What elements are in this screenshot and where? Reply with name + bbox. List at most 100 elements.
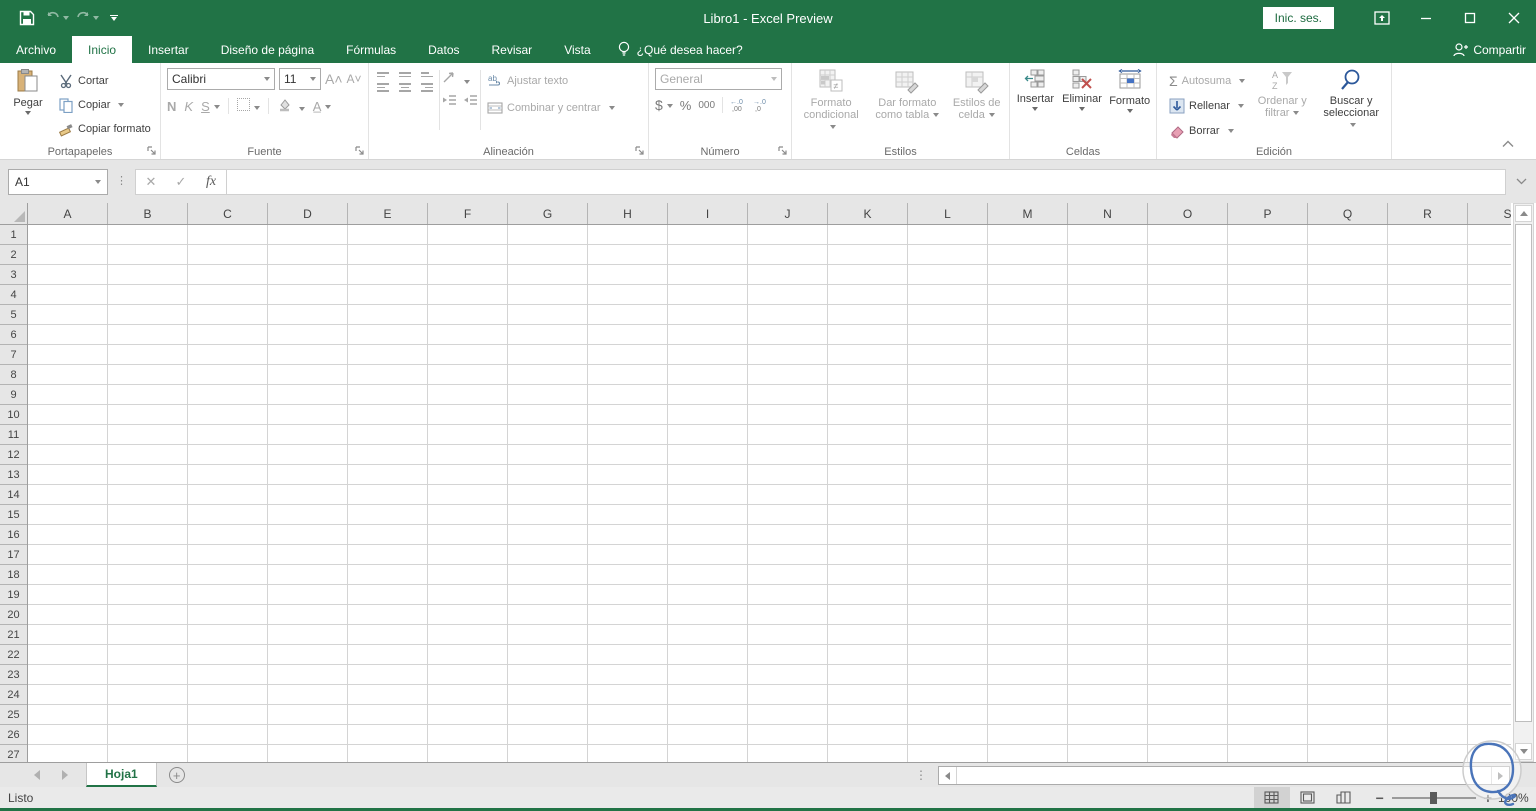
align-center-icon[interactable]	[399, 83, 411, 92]
column-header-S[interactable]: S	[1468, 203, 1511, 224]
horizontal-scrollbar[interactable]	[938, 766, 1510, 785]
cut-button[interactable]: Cortar	[54, 70, 155, 92]
sign-in-button[interactable]: Inic. ses.	[1262, 7, 1334, 29]
row-header-8[interactable]: 8	[0, 365, 27, 385]
decrease-decimal-icon[interactable]: →.0,0	[753, 98, 769, 112]
zoom-slider-thumb[interactable]	[1429, 791, 1437, 804]
font-dialog-launcher-icon[interactable]	[354, 145, 366, 157]
italic-button[interactable]: K	[184, 99, 193, 114]
column-header-P[interactable]: P	[1228, 203, 1308, 224]
row-header-9[interactable]: 9	[0, 385, 27, 405]
clipboard-dialog-launcher-icon[interactable]	[146, 145, 158, 157]
row-header-25[interactable]: 25	[0, 705, 27, 725]
vertical-scrollbar-thumb[interactable]	[1515, 224, 1532, 722]
column-header-J[interactable]: J	[748, 203, 828, 224]
column-header-H[interactable]: H	[588, 203, 668, 224]
format-cells-button[interactable]: Formato	[1105, 66, 1154, 142]
row-header-11[interactable]: 11	[0, 425, 27, 445]
tab-datos[interactable]: Datos	[412, 36, 475, 63]
page-layout-view-button[interactable]	[1290, 787, 1326, 808]
row-header-1[interactable]: 1	[0, 225, 27, 245]
row-header-21[interactable]: 21	[0, 625, 27, 645]
row-header-6[interactable]: 6	[0, 325, 27, 345]
font-size-select[interactable]: 11	[279, 68, 321, 90]
align-top-icon[interactable]	[377, 72, 389, 77]
row-header-14[interactable]: 14	[0, 485, 27, 505]
row-header-26[interactable]: 26	[0, 725, 27, 745]
tab-diseno[interactable]: Diseño de página	[205, 36, 330, 63]
formula-bar-handle[interactable]: ⋮	[116, 176, 127, 187]
formula-input[interactable]	[227, 168, 1506, 195]
clear-button[interactable]: Borrar	[1165, 120, 1249, 142]
find-select-button[interactable]: Buscar y seleccionar	[1313, 66, 1389, 142]
autosum-button[interactable]: Σ Autosuma	[1165, 70, 1249, 92]
row-header-27[interactable]: 27	[0, 745, 27, 762]
column-header-N[interactable]: N	[1068, 203, 1148, 224]
paste-dropdown-icon[interactable]	[25, 111, 31, 115]
column-header-D[interactable]: D	[268, 203, 348, 224]
tab-revisar[interactable]: Revisar	[476, 36, 549, 63]
new-sheet-button[interactable]: +	[157, 763, 197, 787]
column-header-E[interactable]: E	[348, 203, 428, 224]
merge-center-button[interactable]: Combinar y centrar	[483, 97, 619, 119]
copy-button[interactable]: Copiar	[54, 94, 155, 116]
row-header-4[interactable]: 4	[0, 285, 27, 305]
bold-button[interactable]: N	[167, 99, 176, 114]
column-header-O[interactable]: O	[1148, 203, 1228, 224]
name-box[interactable]: A1	[8, 168, 108, 195]
cells-area[interactable]	[28, 225, 1511, 762]
row-header-16[interactable]: 16	[0, 525, 27, 545]
cell-styles-button[interactable]: Estilos de celda	[946, 66, 1007, 142]
select-all-corner[interactable]	[0, 203, 28, 225]
vertical-scrollbar[interactable]	[1513, 203, 1534, 762]
zoom-out-icon[interactable]: −	[1376, 790, 1384, 806]
previous-sheet-icon[interactable]	[34, 770, 40, 780]
paste-button[interactable]: Pegar	[2, 66, 54, 142]
zoom-in-icon[interactable]: +	[1484, 790, 1492, 806]
redo-dropdown-icon[interactable]	[93, 16, 99, 20]
column-header-L[interactable]: L	[908, 203, 988, 224]
column-header-I[interactable]: I	[668, 203, 748, 224]
tell-me-box[interactable]: ¿Qué desea hacer?	[607, 36, 753, 63]
row-header-17[interactable]: 17	[0, 545, 27, 565]
align-middle-icon[interactable]	[399, 72, 411, 77]
borders-button[interactable]	[236, 98, 260, 114]
percent-style-button[interactable]: %	[680, 98, 692, 113]
tab-inicio[interactable]: Inicio	[72, 36, 133, 63]
redo-icon[interactable]	[74, 5, 100, 31]
row-header-20[interactable]: 20	[0, 605, 27, 625]
column-header-B[interactable]: B	[108, 203, 188, 224]
format-as-table-button[interactable]: Dar formato como tabla	[868, 66, 946, 142]
zoom-level[interactable]: 100%	[1498, 791, 1536, 805]
expand-formula-bar-icon[interactable]	[1510, 169, 1532, 195]
accounting-format-button[interactable]: $	[655, 97, 673, 113]
scroll-right-icon[interactable]	[1491, 767, 1509, 784]
row-header-7[interactable]: 7	[0, 345, 27, 365]
number-format-select[interactable]: General	[655, 68, 782, 90]
format-painter-button[interactable]: Copiar formato	[54, 118, 155, 140]
row-header-15[interactable]: 15	[0, 505, 27, 525]
row-header-19[interactable]: 19	[0, 585, 27, 605]
row-header-5[interactable]: 5	[0, 305, 27, 325]
sort-filter-button[interactable]: AZ Ordenar y filtrar	[1251, 66, 1313, 142]
row-header-10[interactable]: 10	[0, 405, 27, 425]
cancel-entry-icon[interactable]: ✕	[136, 170, 166, 194]
tab-insertar[interactable]: Insertar	[132, 36, 205, 63]
font-color-button[interactable]: A̲	[313, 99, 332, 114]
zoom-slider[interactable]	[1391, 791, 1476, 804]
collapse-ribbon-icon[interactable]	[1502, 139, 1514, 151]
fill-button[interactable]: Rellenar	[1165, 95, 1249, 117]
normal-view-button[interactable]	[1253, 787, 1290, 808]
tab-vista[interactable]: Vista	[548, 36, 606, 63]
ribbon-display-options-icon[interactable]	[1360, 0, 1404, 36]
share-button[interactable]: Compartir	[1452, 36, 1526, 63]
row-header-24[interactable]: 24	[0, 685, 27, 705]
sheetbar-splitter-handle[interactable]: ⋮	[905, 763, 938, 787]
undo-dropdown-icon[interactable]	[63, 16, 69, 20]
row-header-3[interactable]: 3	[0, 265, 27, 285]
comma-style-button[interactable]: 000	[698, 100, 715, 111]
font-name-select[interactable]: Calibri	[167, 68, 275, 90]
tab-archivo[interactable]: Archivo	[0, 36, 72, 63]
decrease-indent-icon[interactable]	[442, 94, 457, 107]
scroll-up-icon[interactable]	[1515, 205, 1532, 222]
